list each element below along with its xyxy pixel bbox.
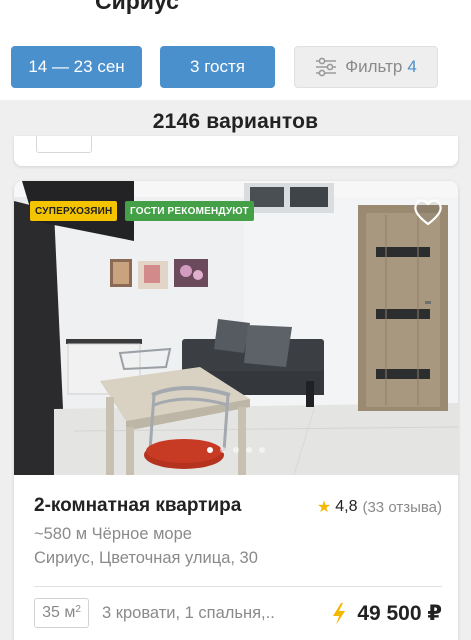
previous-area-tag [36, 136, 92, 153]
price-value: 49 500 ₽ [357, 602, 442, 625]
listing-title[interactable]: 2-комнатная квартира [34, 495, 241, 517]
guests-recommend-badge: ГОСТИ РЕКОМЕНДУЮТ [125, 201, 254, 221]
pagination-dot[interactable] [233, 447, 239, 453]
area-tag: 35 м2 [34, 598, 89, 628]
rating-value: 4,8 [335, 498, 358, 515]
superhost-badge: СУПЕРХОЗЯИН [30, 201, 118, 221]
results-count: 2146 вариантов [152, 110, 319, 133]
price: 49 500 ₽ [331, 601, 442, 626]
lightning-bolt-icon [333, 602, 346, 625]
previous-listing-card[interactable] [14, 136, 458, 166]
heart-outline-icon[interactable] [412, 197, 444, 227]
filter-count: 4 [407, 57, 417, 76]
area-unit-sup: 2 [75, 604, 81, 615]
guests-chip[interactable]: 3 гостя [160, 46, 275, 88]
listing-address: Сириус, Цветочная улица, 30 [34, 549, 258, 567]
chevron-left-icon[interactable] [24, 0, 44, 8]
pagination-dot[interactable] [259, 447, 265, 453]
pagination-dot[interactable] [207, 447, 213, 453]
listing-photo[interactable] [14, 181, 458, 475]
pagination-dot[interactable] [246, 447, 252, 453]
beds-info: 3 кровати, 1 спальня,.. [102, 604, 275, 622]
area-value: 35 м [42, 604, 76, 621]
page-title: Сириус [95, 0, 179, 14]
photo-pagination [14, 447, 458, 453]
dates-chip[interactable]: 14 — 23 сен [11, 46, 142, 88]
star-icon: ★ [316, 499, 332, 516]
listing-card[interactable]: СУПЕРХОЗЯИН ГОСТИ РЕКОМЕНДУЮТ 2-комнатна… [14, 181, 458, 640]
guests-chip-label: 3 гостя [190, 57, 245, 76]
top-bar: Сириус 14 — 23 сен 3 гостя Фильтр 4 [0, 0, 471, 100]
review-count[interactable]: (33 отзыва) [362, 499, 442, 516]
rating: ★ 4,8 (33 отзыва) [317, 497, 442, 517]
filter-chip-label: Фильтр [345, 57, 403, 76]
sliders-icon [316, 57, 337, 77]
pagination-dot[interactable] [220, 447, 226, 453]
distance-to-sea: ~580 м Чёрное море [34, 525, 192, 543]
divider [34, 586, 442, 587]
filter-chip[interactable]: Фильтр 4 [294, 46, 438, 88]
dates-chip-label: 14 — 23 сен [28, 57, 125, 76]
